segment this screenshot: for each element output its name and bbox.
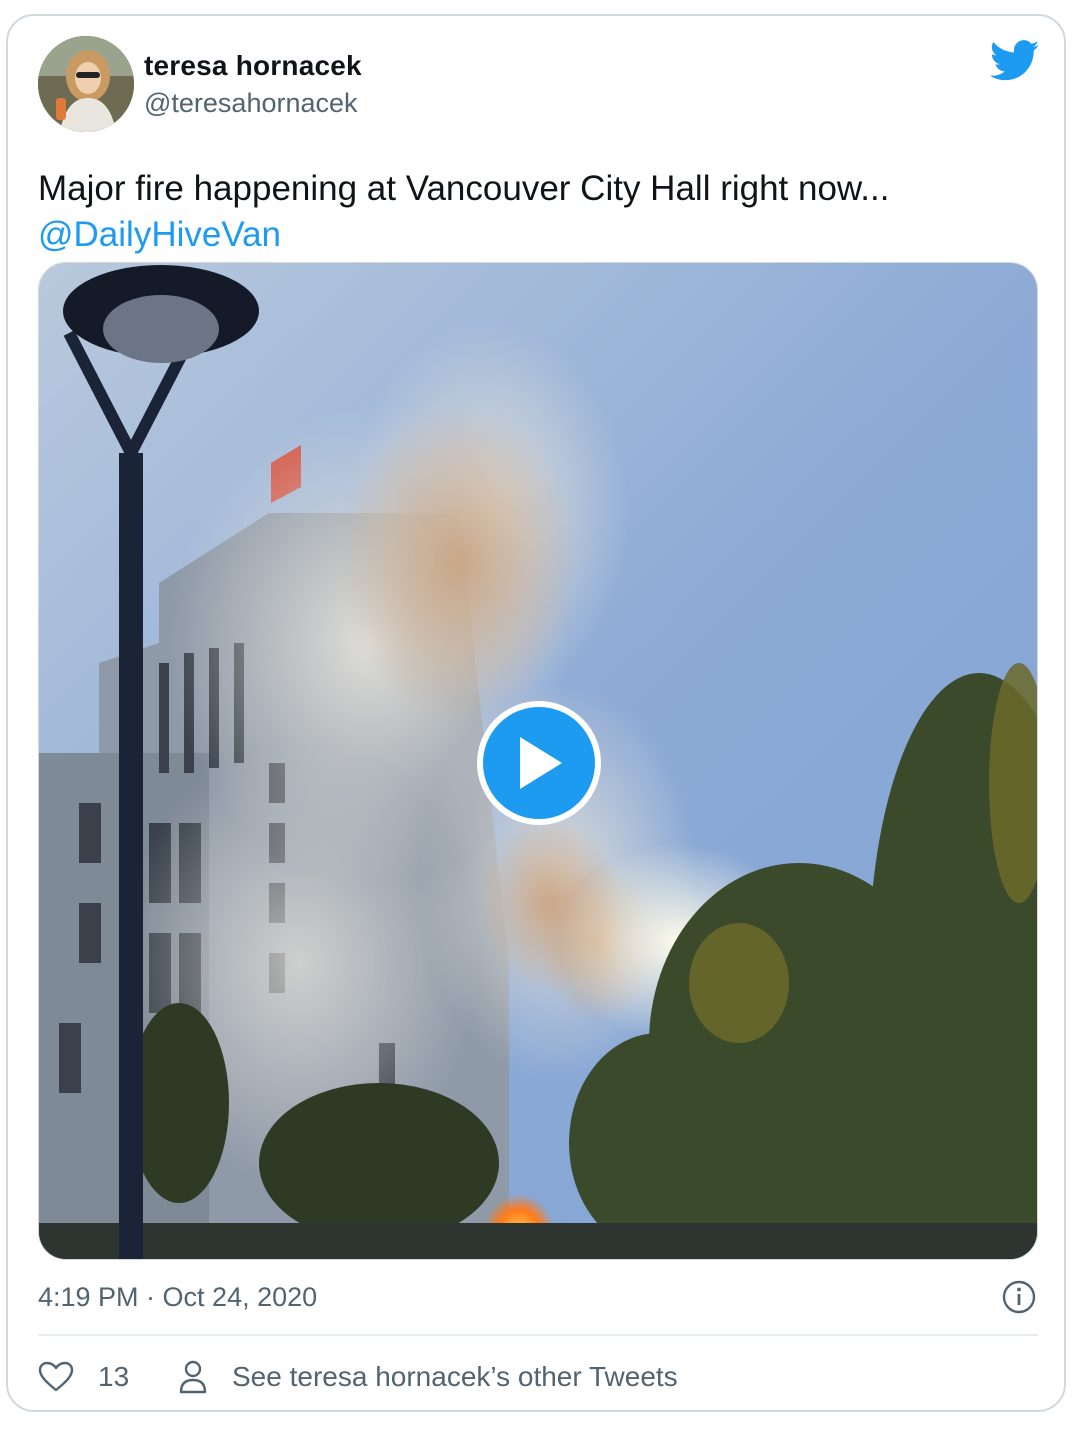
person-icon xyxy=(179,1360,207,1394)
other-tweets-link[interactable]: See teresa hornacek’s other Tweets xyxy=(178,1356,678,1398)
other-tweets-label: See teresa hornacek’s other Tweets xyxy=(232,1361,678,1392)
like-button[interactable]: 13 xyxy=(38,1356,129,1398)
mention-link[interactable]: @DailyHiveVan xyxy=(38,212,1038,258)
divider xyxy=(38,1334,1038,1336)
author-handle[interactable]: @teresahornacek xyxy=(144,88,358,119)
tweet-timestamp[interactable]: 4:19 PM · Oct 24, 2020 xyxy=(38,1282,317,1313)
author-name[interactable]: teresa hornacek xyxy=(144,50,362,82)
tweet-card[interactable]: teresa hornacek @teresahornacek Major fi… xyxy=(6,14,1066,1412)
info-icon[interactable] xyxy=(1002,1280,1036,1314)
tweet-body: Major fire happening at Vancouver City H… xyxy=(38,169,890,208)
play-icon xyxy=(520,737,562,789)
avatar[interactable] xyxy=(38,36,134,132)
like-count: 13 xyxy=(98,1361,130,1392)
play-button[interactable] xyxy=(477,701,601,825)
tweet-text: Major fire happening at Vancouver City H… xyxy=(38,166,1038,258)
video-thumbnail[interactable] xyxy=(38,262,1038,1260)
twitter-bird-icon[interactable] xyxy=(989,40,1040,82)
heart-icon xyxy=(38,1361,74,1392)
